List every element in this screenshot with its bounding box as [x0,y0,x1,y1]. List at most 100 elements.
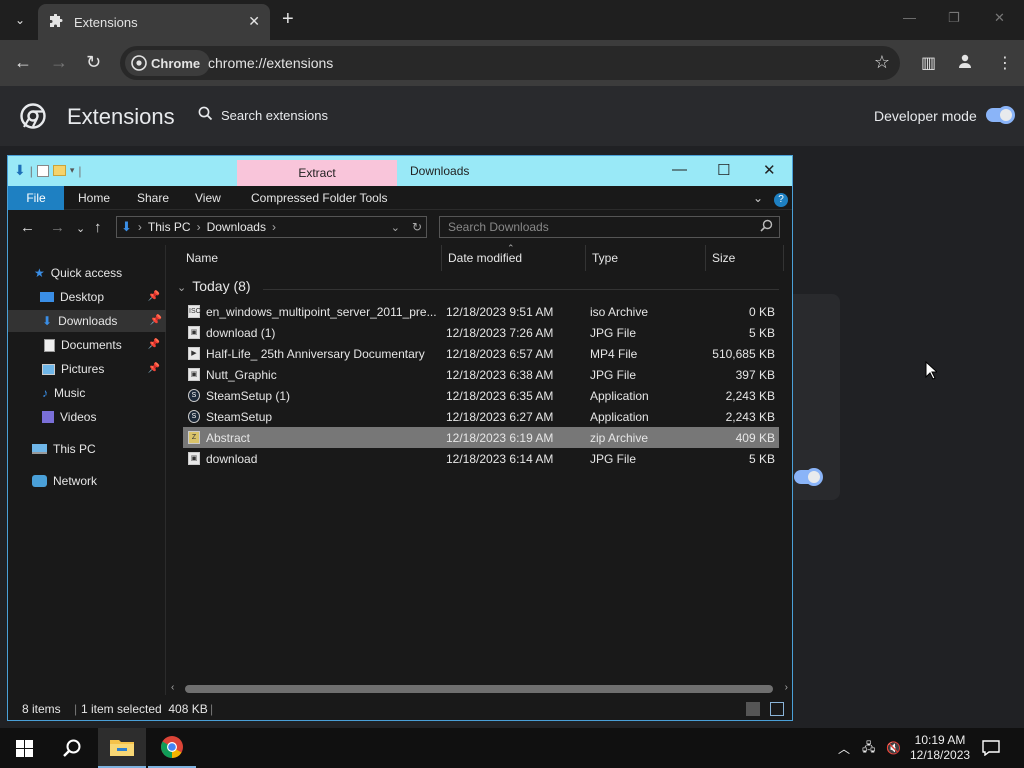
group-header-today[interactable]: ⌄ Today (8) [177,278,251,294]
search-icon[interactable] [48,728,96,768]
explorer-forward-icon[interactable]: → [50,219,65,236]
address-bar[interactable]: ⬇ › This PC › Downloads › ⌄ ↻ [116,216,427,238]
restore-icon[interactable]: ❐ [948,10,960,26]
nav-videos[interactable]: Videos [42,406,164,428]
file-date-modified: 12/18/2023 6:27 AM [446,410,554,424]
recent-locations-chevron-icon[interactable]: ⌄ [76,222,85,235]
omnibox[interactable]: Chrome chrome://extensions ☆ [120,46,900,80]
profile-icon[interactable] [957,53,973,74]
new-tab-button[interactable]: + [282,9,294,29]
chip-label: Chrome [151,55,201,71]
explorer-minimize-icon[interactable]: — [672,161,687,178]
column-header-type[interactable]: Type [586,245,706,271]
file-explorer-taskbar-icon[interactable] [98,728,146,768]
file-row[interactable]: ▣ download (1) 12/18/2023 7:26 AM JPG File 5… [183,322,779,343]
address-row: ← → ⌄ ↑ ⬇ › This PC › Downloads › ⌄ ↻ Se… [8,211,792,245]
site-chip[interactable]: Chrome [125,50,211,76]
pin-icon[interactable]: 📌 [148,286,160,308]
nav-network[interactable]: Network [32,470,164,492]
nav-desktop[interactable]: Desktop 📌 [40,286,164,308]
file-row[interactable]: ISO en_windows_multipoint_server_2011_pre… [183,301,779,322]
extract-contextual-tab[interactable]: Extract [237,160,397,186]
scrollbar-thumb[interactable] [185,685,773,693]
nav-music[interactable]: ♪ Music [42,382,164,404]
extensions-search[interactable]: Search extensions [198,106,328,124]
large-icons-view-icon[interactable] [770,702,784,716]
bookmark-star-icon[interactable]: ☆ [874,52,890,73]
search-input[interactable]: Search Downloads [439,216,780,238]
refresh-icon[interactable]: ↻ [412,220,422,234]
breadcrumb-downloads[interactable]: Downloads [207,220,266,234]
zip-file-icon: Z [188,431,200,444]
minimize-icon[interactable]: — [903,10,916,25]
reload-icon[interactable]: ↻ [86,53,101,71]
explorer-back-icon[interactable]: ← [20,219,35,236]
notifications-icon[interactable] [982,728,1000,768]
scroll-left-icon[interactable]: ‹ [171,682,174,693]
address-dropdown-icon[interactable]: ⌄ [391,221,400,234]
pin-icon[interactable]: 📌 [150,310,162,332]
column-header-size[interactable]: Size [706,245,784,271]
menu-kebab-icon[interactable]: ⋮ [997,53,1013,73]
search-icon [198,106,213,124]
nav-downloads[interactable]: ⬇ Downloads 📌 [8,310,166,332]
network-tray-icon[interactable]: 🖧 [862,728,875,768]
pin-icon[interactable]: 📌 [148,334,160,356]
file-type: JPG File [590,368,637,382]
start-windows-icon[interactable] [0,728,48,768]
side-panel-icon[interactable]: ▥ [921,53,936,73]
search-icon [760,218,773,238]
group-collapse-icon[interactable]: ⌄ [177,282,186,294]
ribbon-tab-compressed-folder-tools[interactable]: Compressed Folder Tools [251,186,388,210]
chrome-taskbar-icon[interactable] [148,728,196,768]
navigation-pane: ★ Quick access Desktop 📌 ⬇ Downloads 📌 D… [8,245,166,695]
ribbon-tab-file[interactable]: File [8,186,64,210]
ribbon-tab-home[interactable]: Home [78,186,110,210]
pin-icon[interactable]: 📌 [148,358,160,380]
properties-icon[interactable] [36,164,49,177]
tab-search-chevron-icon[interactable]: ⌄ [8,8,32,32]
forward-arrow-icon[interactable]: → [50,53,68,71]
breadcrumb-this-pc[interactable]: This PC [148,220,191,234]
back-arrow-icon[interactable]: ← [14,53,32,71]
file-size: 409 KB [735,431,775,445]
details-view-icon[interactable] [746,702,760,716]
extension-enable-toggle[interactable] [794,468,823,486]
tab-extensions[interactable]: Extensions ✕ [38,4,270,40]
explorer-close-icon[interactable]: ✕ [763,161,776,179]
file-row[interactable]: Z Abstract 12/18/2023 6:19 AM zip Archive 40… [183,427,779,448]
url-text[interactable]: chrome://extensions [208,55,333,71]
nav-label: Quick access [50,266,123,280]
volume-muted-icon[interactable]: 🔇 [886,728,901,768]
nav-documents[interactable]: Documents 📌 [44,334,164,356]
file-row[interactable]: S SteamSetup (1) 12/18/2023 6:35 AM Applica… [183,385,779,406]
up-arrow-icon[interactable]: ↑ [94,219,102,236]
file-row[interactable]: ▣ Nutt_Graphic 12/18/2023 6:38 AM JPG File 3… [183,364,779,385]
file-date-modified: 12/18/2023 6:57 AM [446,347,554,361]
explorer-maximize-icon[interactable]: ☐ [717,161,730,179]
file-row[interactable]: S SteamSetup 12/18/2023 6:27 AM Application… [183,406,779,427]
new-folder-icon[interactable] [52,165,66,176]
clock-time: 10:19 AM [914,733,966,747]
ribbon-tab-view[interactable]: View [195,186,221,210]
scroll-right-icon[interactable]: › [785,682,788,693]
file-row[interactable]: ▶ Half-Life_ 25th Anniversary Documentary… [183,343,779,364]
nav-pictures[interactable]: Pictures 📌 [42,358,164,380]
column-header-name[interactable]: Name [180,245,442,271]
clock[interactable]: 10:19 AM 12/18/2023 [910,728,970,768]
file-size: 2,243 KB [725,389,775,403]
nav-this-pc[interactable]: This PC [32,438,164,460]
tab-close-icon[interactable]: ✕ [248,13,260,30]
ribbon-tab-share[interactable]: Share [137,186,169,210]
qat-dropdown-icon[interactable]: ▾ [70,165,75,176]
horizontal-scrollbar[interactable]: ‹ › [167,682,792,696]
file-row[interactable]: ▣ download 12/18/2023 6:14 AM JPG File 5 KB [183,448,779,469]
tray-overflow-chevron-icon[interactable]: ︿ [838,728,850,768]
window-close-icon[interactable]: ✕ [994,10,1005,26]
developer-mode-toggle[interactable] [986,106,1015,124]
help-icon[interactable]: ? [774,186,788,210]
chrome-tabstrip: ⌄ Extensions ✕ + — ❐ ✕ [0,0,1024,40]
ribbon-expand-chevron-icon[interactable]: ⌄ [753,186,763,210]
nav-quick-access[interactable]: ★ Quick access [34,262,164,284]
file-name: Half-Life_ 25th Anniversary Documentary [206,347,425,361]
